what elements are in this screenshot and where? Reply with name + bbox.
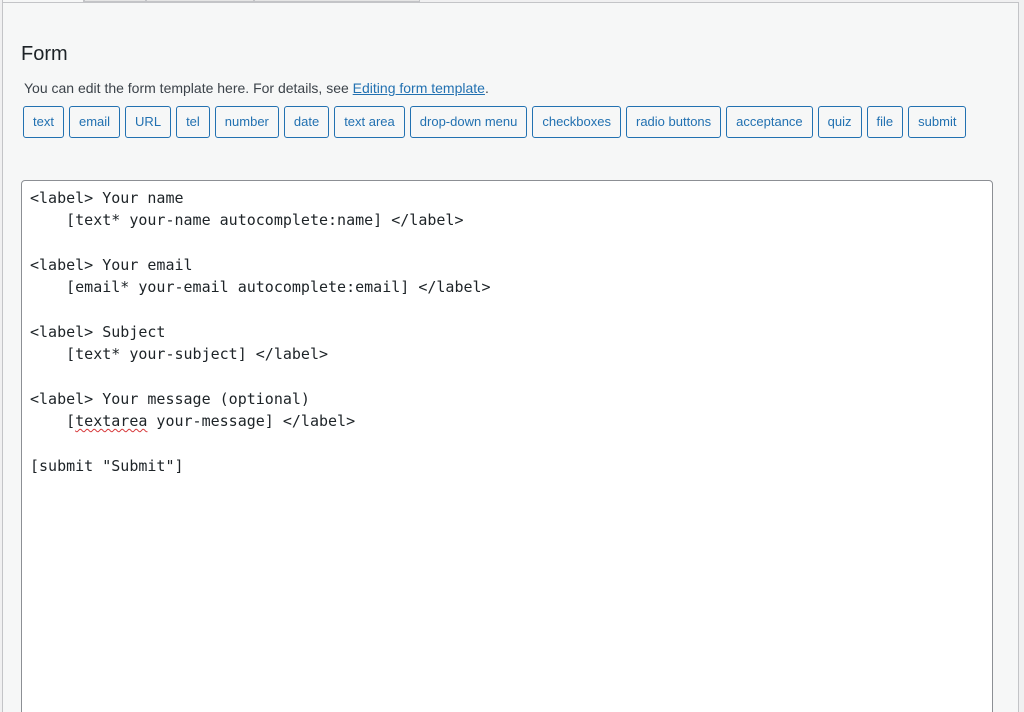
tag-button-radio-buttons[interactable]: radio buttons (626, 106, 722, 138)
tag-button-acceptance[interactable]: acceptance (726, 106, 813, 138)
tag-button-drop-down-menu[interactable]: drop-down menu (409, 106, 528, 138)
code-line: [submit "Submit"] (30, 456, 184, 475)
help-text: You can edit the form template here. For… (24, 78, 489, 98)
tag-button-submit[interactable]: submit (908, 106, 967, 138)
tag-button-url[interactable]: URL (125, 106, 172, 138)
tag-button-email[interactable]: email (68, 106, 121, 138)
code-line: <label> Your email (30, 255, 193, 274)
page: Form You can edit the form template here… (0, 0, 1024, 712)
spellcheck-underline: textarea (75, 411, 148, 430)
code-line: [textarea your-message] </label> (30, 411, 356, 430)
code-line: <label> Subject (30, 322, 166, 341)
tag-button-checkboxes[interactable]: checkboxes (532, 106, 621, 138)
tag-button-text[interactable]: text (23, 106, 64, 138)
panel-title: Form (21, 43, 68, 65)
tag-button-quiz[interactable]: quiz (817, 106, 862, 138)
tag-generator-buttons: text email URL tel number date text area drop-d… (23, 106, 983, 138)
help-text-prefix: You can edit the form template here. For… (24, 80, 353, 96)
help-text-suffix: . (484, 80, 489, 96)
code-line: [text* your-subject] </label> (30, 345, 329, 364)
tag-button-file[interactable]: file (866, 106, 904, 138)
tag-button-date[interactable]: date (283, 106, 330, 138)
editing-form-template-link[interactable]: Editing form template (353, 80, 485, 96)
tag-button-tel[interactable]: tel (176, 106, 210, 138)
code-line: <label> Your name (30, 189, 184, 207)
form-template-editor[interactable]: <label> Your name [text* your-name autoc… (21, 180, 993, 712)
tag-button-number[interactable]: number (214, 106, 279, 138)
code-line: <label> Your message (optional) (30, 389, 310, 408)
code-line: [email* your-email autocomplete:email] <… (30, 278, 491, 297)
tag-button-text-area[interactable]: text area (334, 106, 405, 138)
code-line: [text* your-name autocomplete:name] </la… (30, 211, 464, 230)
